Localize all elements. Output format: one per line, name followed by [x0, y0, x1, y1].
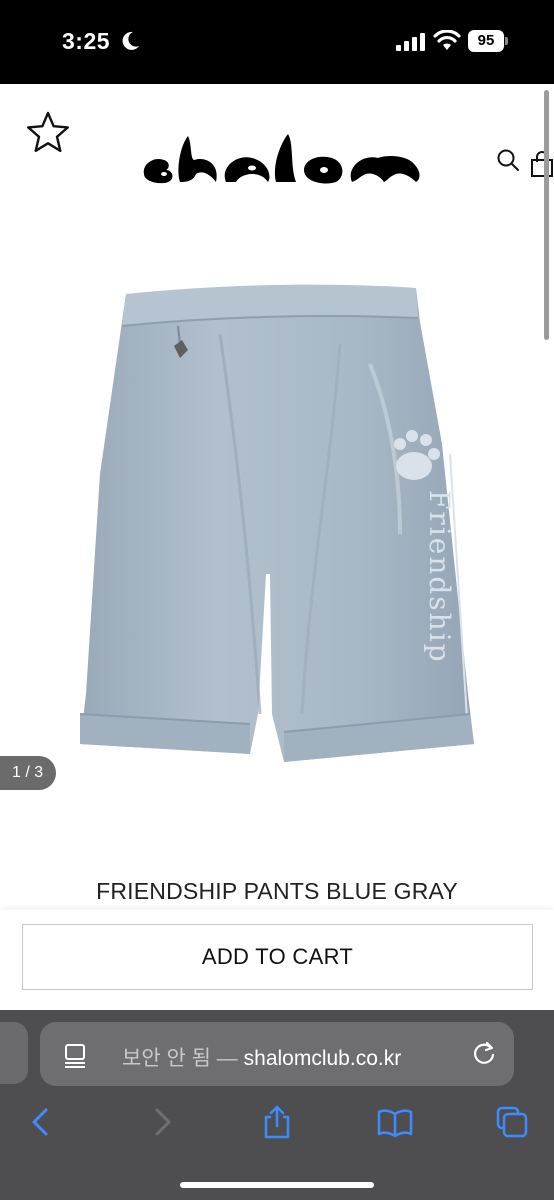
- shopping-bag-icon[interactable]: [530, 151, 554, 177]
- star-icon[interactable]: [26, 110, 70, 154]
- address-text[interactable]: 보안 안 됨 — shalomclub.co.kr: [122, 1042, 401, 1072]
- battery-level: 95: [468, 30, 504, 52]
- browser-toolbar: [0, 1098, 554, 1148]
- battery-icon: 95: [468, 30, 508, 52]
- domain-label: shalomclub.co.kr: [243, 1047, 402, 1070]
- cart-panel: ADD TO CART: [0, 910, 554, 1010]
- add-to-cart-button[interactable]: ADD TO CART: [22, 924, 533, 990]
- home-indicator: [180, 1182, 374, 1188]
- status-time: 3:25: [62, 28, 111, 54]
- moon-icon: [122, 31, 139, 50]
- scroll-indicator: [544, 90, 549, 340]
- forward-icon[interactable]: [143, 1104, 179, 1140]
- reload-icon[interactable]: [470, 1040, 498, 1068]
- web-page: Friendship 1 / 3 FRIENDSHIP PANTS BLUE G…: [0, 84, 554, 1010]
- page-menu-icon[interactable]: [62, 1042, 88, 1068]
- product-image[interactable]: Friendship: [70, 274, 482, 804]
- browser-chrome: 보안 안 됨 — shalomclub.co.kr: [0, 1010, 554, 1200]
- address-bar[interactable]: 보안 안 됨 — shalomclub.co.kr: [40, 1022, 514, 1086]
- previous-tab-preview[interactable]: [0, 1022, 28, 1084]
- product-title: FRIENDSHIP PANTS BLUE GRAY: [96, 878, 458, 904]
- tabs-icon[interactable]: [494, 1104, 530, 1140]
- search-icon[interactable]: [496, 148, 520, 172]
- share-icon[interactable]: [259, 1104, 295, 1140]
- shalom-logo[interactable]: [140, 130, 424, 184]
- back-icon[interactable]: [24, 1104, 60, 1140]
- wifi-icon: [433, 30, 461, 50]
- security-label: 보안 안 됨 —: [122, 1047, 238, 1070]
- status-bar: 3:25 95: [0, 0, 554, 84]
- signal-icon: [396, 33, 425, 51]
- image-counter: 1 / 3: [0, 756, 56, 790]
- product-print-text: Friendship: [423, 490, 456, 664]
- bookmarks-icon[interactable]: [377, 1104, 413, 1140]
